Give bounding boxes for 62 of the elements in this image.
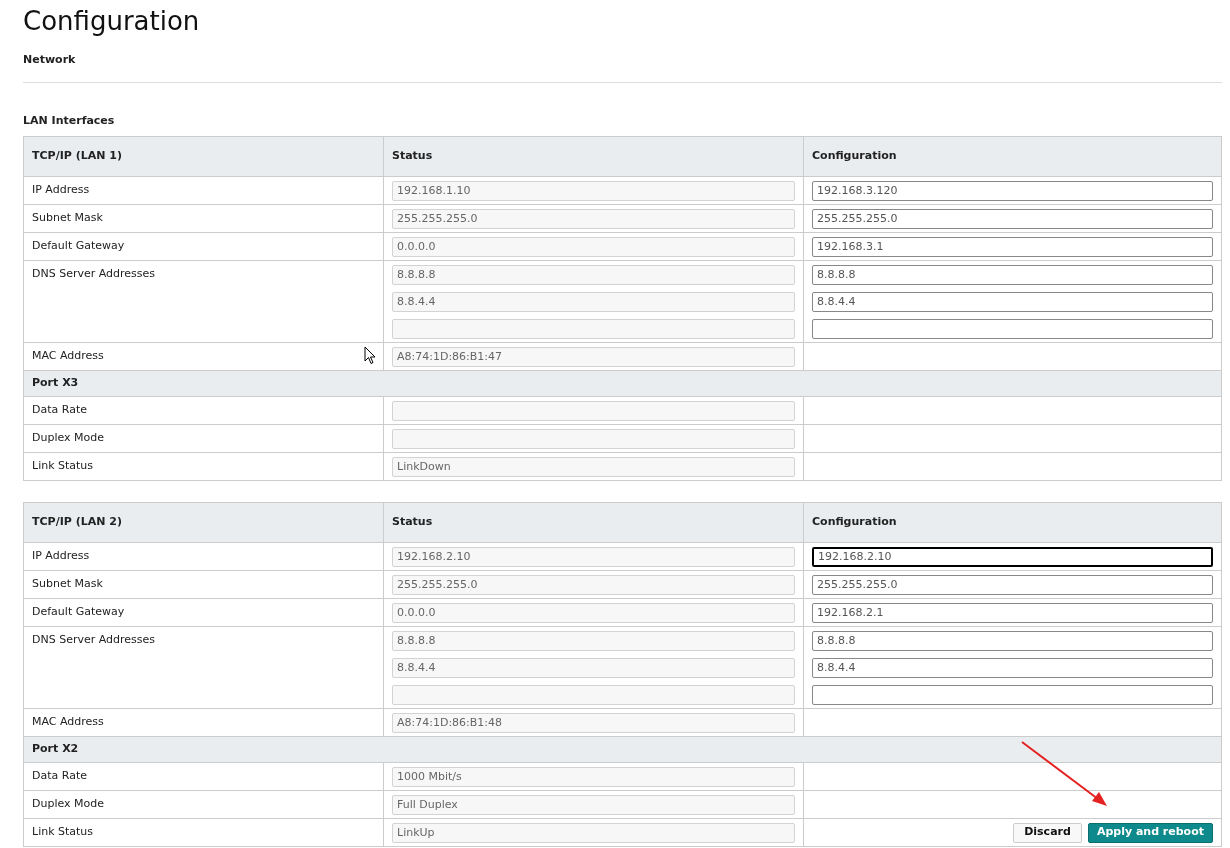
field-label: Link Status (32, 458, 94, 475)
status-field[interactable] (392, 684, 795, 705)
ip-input-field[interactable]: 255.255.255.0 (812, 208, 1213, 229)
ip-input-field[interactable] (812, 318, 1213, 339)
status-field[interactable] (392, 400, 795, 421)
status-field[interactable]: A8:74:1D:86:B1:47 (392, 346, 795, 367)
page-title: Configuration (23, 5, 201, 38)
ip-input-field[interactable]: 192.168.3.120 (812, 180, 1213, 201)
column-header: Configuration (803, 137, 1221, 176)
field-label: Default Gateway (32, 604, 125, 621)
field-label: IP Address (32, 548, 90, 565)
status-field[interactable]: 255.255.255.0 (392, 574, 795, 595)
field-label: IP Address (32, 182, 90, 199)
ip-input-field[interactable]: 192.168.2.10 (812, 546, 1213, 567)
status-field[interactable]: Full Duplex (392, 794, 795, 815)
status-field[interactable]: 0.0.0.0 (392, 602, 795, 623)
section-row: Port X2 (24, 736, 1221, 762)
field-label: Data Rate (32, 768, 87, 785)
ip-input-field[interactable]: 8.8.4.4 (812, 291, 1213, 312)
apply-button[interactable]: Apply and reboot (1087, 822, 1213, 843)
status-field[interactable]: A8:74:1D:86:B1:48 (392, 712, 795, 733)
field-label: DNS Server Addresses (32, 266, 156, 283)
field-label: MAC Address (32, 348, 104, 365)
field-label: Link Status (32, 824, 94, 841)
ip-input-field[interactable]: 8.8.8.8 (812, 630, 1213, 651)
field-label: Duplex Mode (32, 430, 105, 447)
ip-input-field[interactable] (812, 684, 1213, 705)
column-header: Status (383, 137, 803, 176)
field-label: Duplex Mode (32, 796, 105, 813)
status-field[interactable]: 8.8.8.8 (392, 630, 795, 651)
section-subtitle: Network (23, 52, 77, 68)
field-label: Data Rate (32, 402, 87, 419)
status-field[interactable]: LinkUp (392, 822, 795, 843)
ip-input-field[interactable]: 192.168.3.1 (812, 236, 1213, 257)
status-field[interactable]: 8.8.8.8 (392, 264, 795, 285)
discard-button[interactable]: Discard (1013, 822, 1082, 843)
status-field[interactable]: 192.168.1.10 (392, 180, 795, 201)
field-label: Subnet Mask (32, 576, 103, 593)
ip-input-field[interactable]: 255.255.255.0 (812, 574, 1213, 595)
field-label: Subnet Mask (32, 210, 103, 227)
column-header: TCP/IP (LAN 1) (31, 148, 123, 165)
status-field[interactable]: 255.255.255.0 (392, 208, 795, 229)
status-field[interactable]: 192.168.2.10 (392, 546, 795, 567)
field-label: DNS Server Addresses (32, 632, 156, 649)
status-field[interactable]: 8.8.4.4 (392, 291, 795, 312)
ip-input-field[interactable]: 8.8.4.4 (812, 657, 1213, 678)
column-header: Configuration (803, 503, 1221, 542)
field-label: Default Gateway (32, 238, 125, 255)
ip-input-field[interactable]: 8.8.8.8 (812, 264, 1213, 285)
status-field[interactable]: 1000 Mbit/s (392, 766, 795, 787)
field-label: MAC Address (32, 714, 104, 731)
status-field[interactable]: 0.0.0.0 (392, 236, 795, 257)
status-field[interactable] (392, 318, 795, 339)
section-row: Port X3 (24, 370, 1221, 396)
status-field[interactable]: LinkDown (392, 456, 795, 477)
column-header: Status (383, 503, 803, 542)
mouse-pointer-icon (364, 346, 376, 365)
ip-input-field[interactable]: 192.168.2.1 (812, 602, 1213, 623)
status-field[interactable]: 8.8.4.4 (392, 657, 795, 678)
status-field[interactable] (392, 428, 795, 449)
column-header: TCP/IP (LAN 2) (31, 514, 123, 531)
section-title: LAN Interfaces (23, 112, 116, 129)
